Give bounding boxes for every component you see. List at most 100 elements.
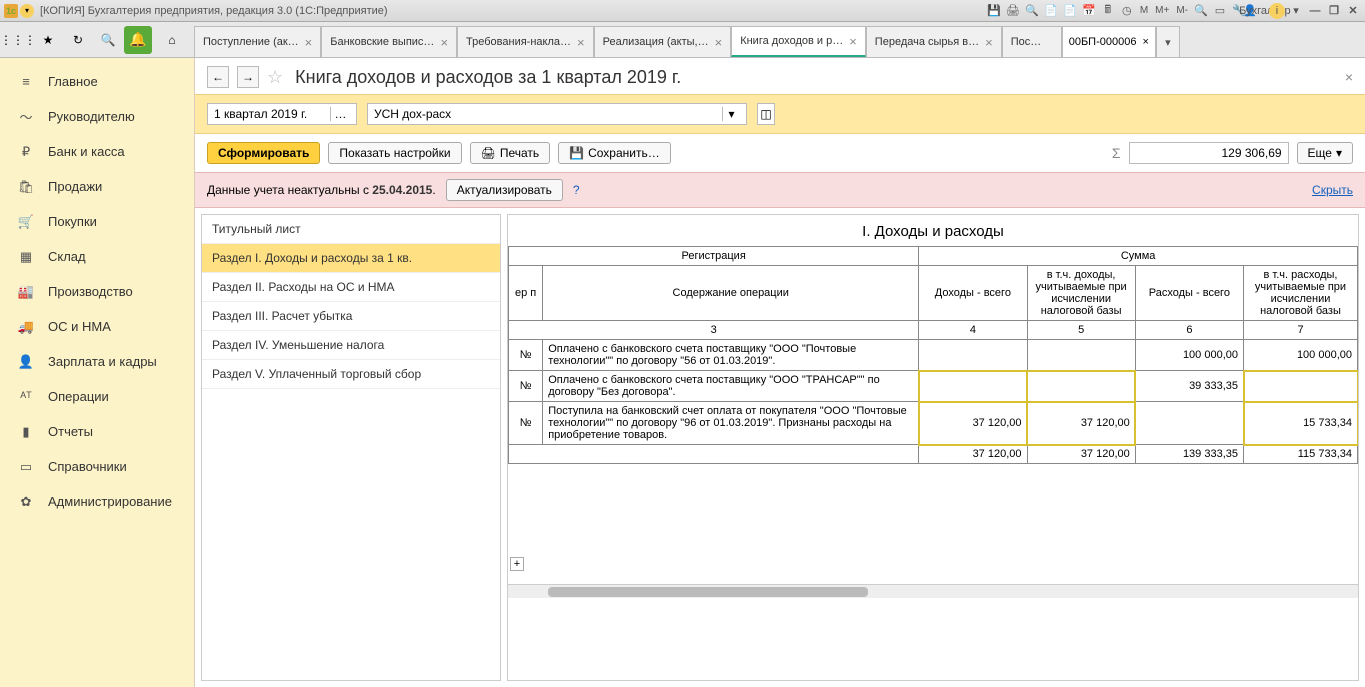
mem-mminus[interactable]: M- [1174, 3, 1190, 19]
more-button[interactable]: Еще ▾ [1297, 142, 1353, 164]
generate-button[interactable]: Сформировать [207, 142, 320, 164]
warning-text: Данные учета неактуальны с 25.04.2015. [207, 183, 436, 197]
save-icon[interactable]: 💾 [986, 3, 1002, 19]
nav-back-button[interactable]: ← [207, 66, 229, 88]
sidebar-ops[interactable]: ᴬᵀОперации [0, 379, 194, 414]
close-window-icon[interactable]: ✕ [1345, 3, 1361, 19]
mem-mplus[interactable]: M+ [1153, 3, 1171, 19]
apps-icon[interactable]: ⋮⋮⋮ [4, 26, 32, 54]
search-icon[interactable]: 🔍 [94, 26, 122, 54]
tab-4[interactable]: Книга доходов и р…× [731, 26, 866, 57]
print-icon[interactable]: 🖨 [1005, 3, 1021, 19]
horizontal-scrollbar[interactable] [508, 584, 1358, 598]
close-icon[interactable]: × [577, 35, 585, 50]
bell-icon[interactable]: 🔔 [124, 26, 152, 54]
tab-menu[interactable]: ▾ [1156, 26, 1180, 57]
tab-6[interactable]: Пос… [1002, 26, 1062, 57]
expand-icon[interactable]: + [510, 557, 524, 571]
close-icon[interactable]: × [440, 35, 448, 50]
cart-icon: 🛒 [18, 214, 34, 230]
tab-3[interactable]: Реализация (акты,…× [594, 26, 732, 57]
window-icon[interactable]: ▭ [1212, 3, 1228, 19]
doc1-icon[interactable]: 📄 [1043, 3, 1059, 19]
close-icon[interactable]: × [985, 35, 993, 50]
nav-item-0[interactable]: Титульный лист [202, 215, 500, 244]
sidebar-admin[interactable]: ✿Администрирование [0, 484, 194, 519]
settings-button[interactable]: Показать настройки [328, 142, 461, 164]
tabbar: ⋮⋮⋮ ★ ↻ 🔍 🔔 ⌂ Поступление (ак…× Банковск… [0, 22, 1365, 58]
sidebar-reports[interactable]: ▮Отчеты [0, 414, 194, 449]
sidebar-purchases[interactable]: 🛒Покупки [0, 204, 194, 239]
nav-item-5[interactable]: Раздел V. Уплаченный торговый сбор [202, 360, 500, 389]
close-icon[interactable]: × [305, 35, 313, 50]
tax-system-field[interactable]: УСН дох-расх ▾ [367, 103, 747, 125]
nav-item-4[interactable]: Раздел IV. Уменьшение налога [202, 331, 500, 360]
col-reg: Регистрация [509, 247, 919, 266]
info-drop-icon[interactable]: ▾ [1288, 3, 1304, 19]
sum-field[interactable]: 129 306,69 [1129, 142, 1289, 164]
dropdown-icon[interactable]: ▾ [722, 107, 740, 121]
sidebar-manager[interactable]: 〜Руководителю [0, 99, 194, 134]
help-icon[interactable]: ? [573, 183, 580, 197]
zoom-icon[interactable]: 🔍 [1193, 3, 1209, 19]
period-select-button[interactable]: … [330, 107, 350, 121]
tab-docnum[interactable]: 00БП-000006 × [1062, 26, 1156, 57]
star-icon[interactable]: ☆ [267, 67, 283, 88]
calendar-icon[interactable]: 📅 [1081, 3, 1097, 19]
nav-item-1[interactable]: Раздел I. Доходы и расходы за 1 кв. [202, 244, 500, 273]
print-icon: 🖨 [481, 146, 496, 160]
window-title: [КОПИЯ] Бухгалтерия предприятия, редакци… [40, 5, 986, 17]
nav-item-2[interactable]: Раздел II. Расходы на ОС и НМА [202, 273, 500, 302]
sidebar: ≡Главное 〜Руководителю ₽Банк и касса 🛍Пр… [0, 58, 195, 687]
sidebar-production[interactable]: 🏭Производство [0, 274, 194, 309]
tab-5[interactable]: Передача сырья в…× [866, 26, 1002, 57]
table-row[interactable]: № Оплачено с банковского счета поставщик… [509, 371, 1358, 402]
tab-0[interactable]: Поступление (ак…× [194, 26, 321, 57]
page-header: ← → ☆ Книга доходов и расходов за 1 квар… [195, 58, 1365, 94]
nav-item-3[interactable]: Раздел III. Расчет убытка [202, 302, 500, 331]
actualize-button[interactable]: Актуализировать [446, 179, 563, 201]
save-button[interactable]: 💾Сохранить… [558, 142, 671, 164]
sidebar-refs[interactable]: ▭Справочники [0, 449, 194, 484]
tab-2[interactable]: Требования-накла…× [457, 26, 594, 57]
table-row[interactable]: № Поступила на банковский счет оплата от… [509, 402, 1358, 445]
history-icon[interactable]: ↻ [64, 26, 92, 54]
sidebar-sales[interactable]: 🛍Продажи [0, 169, 194, 204]
open-button[interactable]: ◫ [757, 103, 775, 125]
sidebar-hr[interactable]: 👤Зарплата и кадры [0, 344, 194, 379]
report-title: I. Доходы и расходы [508, 215, 1358, 246]
sidebar-bank[interactable]: ₽Банк и касса [0, 134, 194, 169]
table-row[interactable]: № Оплачено с банковского счета поставщик… [509, 340, 1358, 371]
print-button[interactable]: 🖨Печать [470, 142, 551, 164]
info-icon[interactable]: i [1269, 3, 1285, 19]
clock-icon[interactable]: ◷ [1119, 3, 1135, 19]
tab-1[interactable]: Банковские выпис…× [321, 26, 457, 57]
close-icon[interactable]: × [1142, 36, 1148, 48]
section-nav: Титульный лист Раздел I. Доходы и расход… [201, 214, 501, 681]
col-op: ер п [509, 266, 543, 321]
toolbar: Сформировать Показать настройки 🖨Печать … [195, 134, 1365, 172]
dropdown-icon[interactable]: ▾ [20, 4, 34, 18]
report-table: Регистрация Сумма ер п Содержание операц… [508, 246, 1358, 464]
warning-bar: Данные учета неактуальны с 25.04.2015. А… [195, 172, 1365, 208]
favorite-icon[interactable]: ★ [34, 26, 62, 54]
mem-m[interactable]: M [1138, 3, 1150, 19]
user-button[interactable]: 👤 Бухгалтер [1250, 3, 1266, 19]
restore-icon[interactable]: ❐ [1326, 3, 1342, 19]
close-icon[interactable]: × [849, 34, 857, 49]
minimize-icon[interactable]: — [1307, 3, 1323, 19]
sidebar-warehouse[interactable]: ▦Склад [0, 239, 194, 274]
period-field[interactable]: 1 квартал 2019 г. … [207, 103, 357, 125]
hide-link[interactable]: Скрыть [1312, 183, 1353, 197]
doc2-icon[interactable]: 📄 [1062, 3, 1078, 19]
close-page-icon[interactable]: × [1345, 69, 1353, 85]
sidebar-assets[interactable]: 🚚ОС и НМА [0, 309, 194, 344]
sidebar-main[interactable]: ≡Главное [0, 64, 194, 99]
preview-icon[interactable]: 🔍 [1024, 3, 1040, 19]
nav-forward-button[interactable]: → [237, 66, 259, 88]
home-icon[interactable]: ⌂ [158, 26, 186, 54]
col-income-tax: в т.ч. доходы, учитываемые при исчислени… [1027, 266, 1135, 321]
gear-icon: ✿ [18, 494, 34, 510]
calc-icon[interactable]: 🖩 [1100, 3, 1116, 19]
close-icon[interactable]: × [715, 35, 723, 50]
